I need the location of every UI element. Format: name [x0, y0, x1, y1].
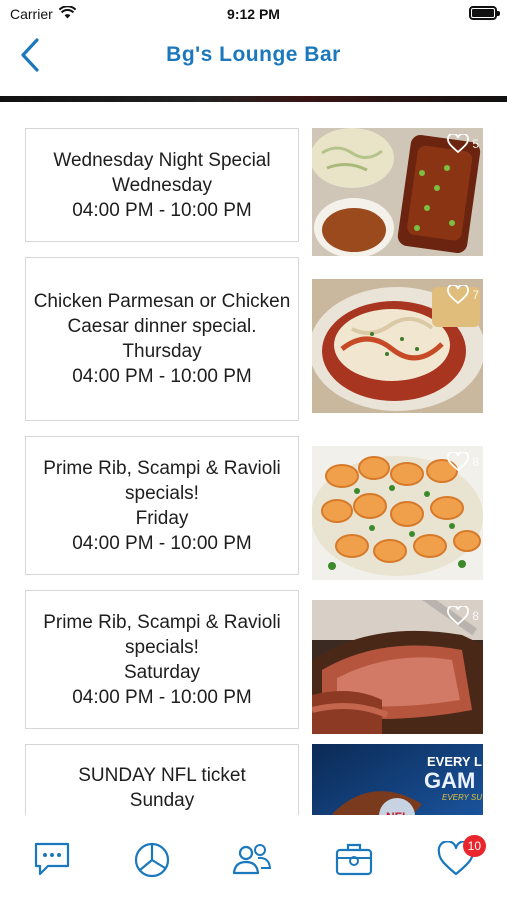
- special-name: Prime Rib, Scampi & Ravioli specials!: [43, 457, 281, 504]
- special-card[interactable]: Prime Rib, Scampi & Ravioli specials! Sa…: [25, 590, 299, 729]
- special-photo[interactable]: 7: [312, 279, 483, 413]
- special-card[interactable]: Chicken Parmesan or Chicken Caesar dinne…: [25, 257, 299, 421]
- page-title: Bg's Lounge Bar: [166, 43, 341, 66]
- special-card[interactable]: Prime Rib, Scampi & Ravioli specials! Fr…: [25, 436, 299, 575]
- special-day: Wednesday: [112, 174, 212, 196]
- navigation-bar: Bg's Lounge Bar: [0, 30, 507, 96]
- special-photo[interactable]: 8: [312, 446, 483, 580]
- heart-outline-icon: [447, 285, 470, 305]
- tab-messages[interactable]: [30, 839, 74, 883]
- tab-bar: 10: [0, 815, 507, 900]
- notification-badge: 10: [462, 835, 486, 857]
- special-card[interactable]: SUNDAY NFL ticket Sunday: [25, 744, 299, 815]
- special-row[interactable]: Wednesday Night Special Wednesday 04:00 …: [25, 128, 483, 256]
- specials-list[interactable]: Wednesday Night Special Wednesday 04:00 …: [0, 102, 507, 815]
- special-row[interactable]: Chicken Parmesan or Chicken Caesar dinne…: [25, 257, 483, 421]
- special-row[interactable]: Prime Rib, Scampi & Ravioli specials! Fr…: [25, 436, 483, 580]
- like-count: 5: [472, 137, 479, 151]
- status-bar: Carrier 9:12 PM: [0, 0, 507, 30]
- battery-icon: [469, 6, 500, 20]
- special-name: Prime Rib, Scampi & Ravioli specials!: [43, 611, 281, 658]
- like-count: 8: [472, 455, 479, 469]
- pie-chart-icon: [132, 839, 172, 884]
- svg-text:EVERY SU: EVERY SU: [442, 793, 482, 802]
- people-icon: [231, 841, 273, 882]
- special-photo[interactable]: 8: [312, 600, 483, 734]
- like-indicator[interactable]: 7: [447, 285, 479, 305]
- special-hours: 04:00 PM - 10:00 PM: [72, 686, 252, 708]
- like-indicator[interactable]: 8: [447, 452, 479, 472]
- clock: 9:12 PM: [227, 6, 280, 22]
- special-photo[interactable]: EVERY L GAM EVERY SU NFL: [312, 744, 483, 815]
- like-indicator[interactable]: 8: [447, 606, 479, 626]
- special-name: SUNDAY NFL ticket: [78, 765, 246, 786]
- heart-outline-icon: [447, 606, 470, 626]
- chat-bubble-icon: [32, 840, 72, 883]
- special-photo[interactable]: 5: [312, 128, 483, 256]
- special-hours: 04:00 PM - 10:00 PM: [72, 366, 252, 387]
- tab-favorites[interactable]: 10: [434, 835, 486, 883]
- briefcase-icon: [334, 840, 374, 883]
- special-hours: 04:00 PM - 10:00 PM: [72, 199, 252, 221]
- special-day: Friday: [135, 507, 189, 529]
- special-row[interactable]: SUNDAY NFL ticket Sunday EVERY L GAM EVE…: [25, 744, 483, 815]
- tab-stats[interactable]: [130, 839, 174, 883]
- like-count: 8: [472, 609, 479, 623]
- like-count: 7: [472, 288, 479, 302]
- special-card[interactable]: Wednesday Night Special Wednesday 04:00 …: [25, 128, 299, 242]
- special-day: Thursday: [122, 341, 202, 362]
- like-indicator[interactable]: 5: [447, 134, 479, 154]
- special-name: Chicken Parmesan or Chicken Caesar dinne…: [33, 291, 291, 337]
- special-hours: 04:00 PM - 10:00 PM: [72, 532, 252, 554]
- special-name: Wednesday Night Special: [53, 149, 271, 171]
- special-day: Sunday: [129, 790, 195, 811]
- tab-people[interactable]: [230, 839, 274, 883]
- svg-text:EVERY L: EVERY L: [427, 754, 482, 769]
- svg-text:GAM: GAM: [424, 768, 475, 793]
- heart-outline-icon: [447, 134, 470, 154]
- tab-business[interactable]: [332, 839, 376, 883]
- special-row[interactable]: Prime Rib, Scampi & Ravioli specials! Sa…: [25, 590, 483, 734]
- special-day: Saturday: [123, 661, 201, 683]
- heart-outline-icon: [447, 452, 470, 472]
